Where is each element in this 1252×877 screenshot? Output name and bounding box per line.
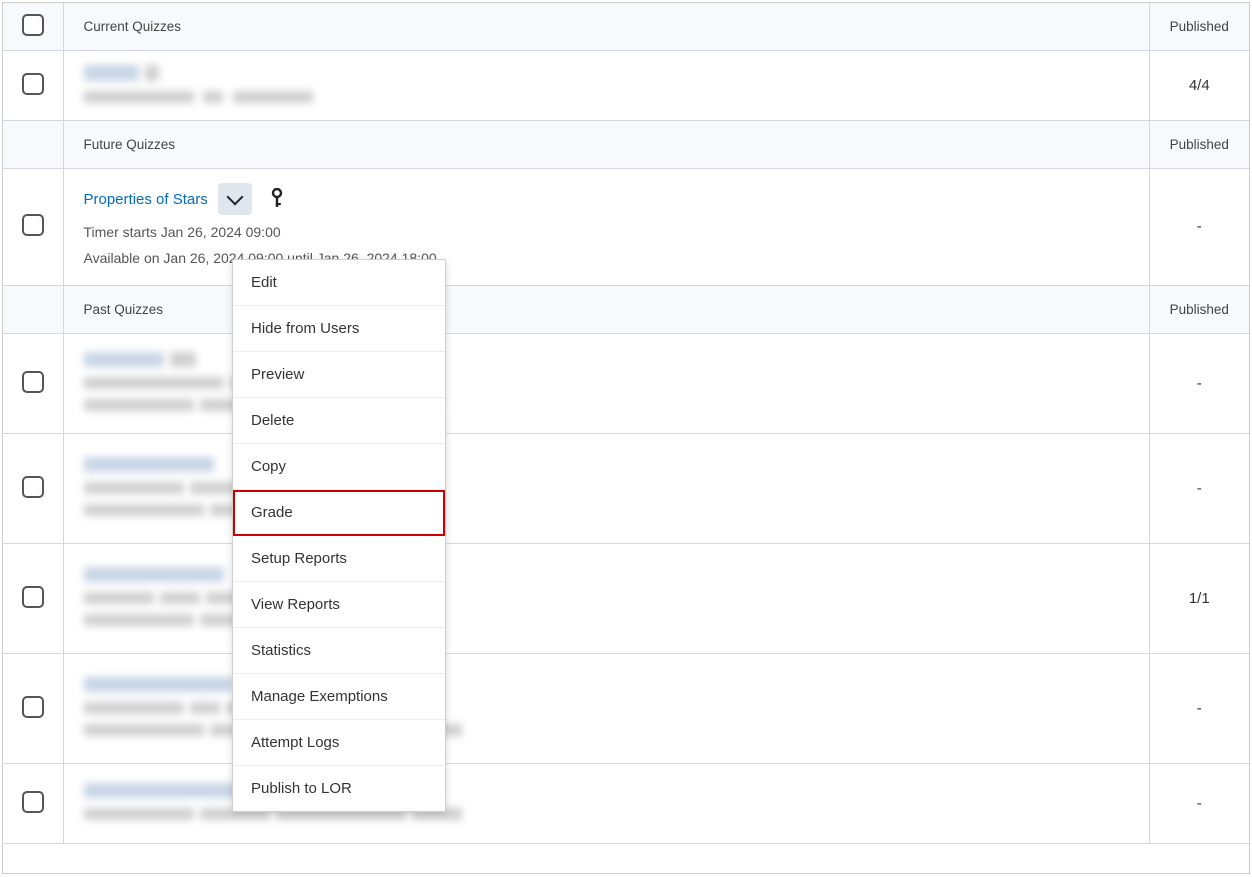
quiz-row: - — [3, 653, 1249, 763]
quiz-published-value: 1/1 — [1189, 590, 1210, 607]
quiz-timer-line: Timer starts Jan 26, 2024 09:00 — [84, 221, 1129, 245]
section-current-label: Current Quizzes — [63, 3, 1149, 51]
quiz-row: 1/1 — [3, 543, 1249, 653]
menu-item-view-reports[interactable]: View Reports — [233, 582, 445, 628]
menu-item-edit[interactable]: Edit — [233, 260, 445, 306]
quiz-checkbox[interactable] — [22, 696, 44, 718]
select-all-current-checkbox[interactable] — [22, 14, 44, 36]
menu-item-grade[interactable]: Grade — [233, 490, 445, 536]
quiz-published-value: - — [1197, 795, 1202, 812]
quiz-list-container: Current Quizzes Published 4/4 Future Qui… — [2, 2, 1250, 874]
quiz-row: - — [3, 433, 1249, 543]
quiz-checkbox[interactable] — [22, 214, 44, 236]
quiz-published-value: 4/4 — [1189, 77, 1210, 94]
quiz-row-properties-of-stars: Properties of Stars Timer starts Jan 26,… — [3, 169, 1249, 286]
quiz-row: 4/4 — [3, 51, 1249, 121]
quiz-row: - — [3, 763, 1249, 843]
quiz-table: Current Quizzes Published 4/4 Future Qui… — [3, 3, 1249, 844]
menu-item-attempt-logs[interactable]: Attempt Logs — [233, 720, 445, 766]
quiz-actions-dropdown[interactable] — [218, 183, 252, 215]
quiz-checkbox[interactable] — [22, 73, 44, 95]
section-past-label: Past Quizzes — [63, 285, 1149, 333]
section-past-published-header: Published — [1149, 285, 1249, 333]
section-current-published-header: Published — [1149, 3, 1249, 51]
quiz-actions-menu: EditHide from UsersPreviewDeleteCopyGrad… — [232, 259, 446, 812]
menu-item-manage-exemptions[interactable]: Manage Exemptions — [233, 674, 445, 720]
section-past-header: Past Quizzes Published — [3, 285, 1249, 333]
quiz-checkbox[interactable] — [22, 586, 44, 608]
quiz-checkbox[interactable] — [22, 791, 44, 813]
section-future-published-header: Published — [1149, 121, 1249, 169]
quiz-published-value: - — [1197, 480, 1202, 497]
quiz-row: - — [3, 333, 1249, 433]
quiz-published-value: - — [1197, 375, 1202, 392]
menu-item-setup-reports[interactable]: Setup Reports — [233, 536, 445, 582]
quiz-checkbox[interactable] — [22, 371, 44, 393]
quiz-checkbox[interactable] — [22, 476, 44, 498]
section-future-label: Future Quizzes — [63, 121, 1149, 169]
menu-item-hide-from-users[interactable]: Hide from Users — [233, 306, 445, 352]
menu-item-delete[interactable]: Delete — [233, 398, 445, 444]
section-current-header: Current Quizzes Published — [3, 3, 1249, 51]
key-icon — [270, 188, 284, 211]
quiz-link-properties-of-stars[interactable]: Properties of Stars — [84, 191, 208, 208]
quiz-published-value: - — [1197, 700, 1202, 717]
menu-item-publish-to-lor[interactable]: Publish to LOR — [233, 766, 445, 811]
menu-item-statistics[interactable]: Statistics — [233, 628, 445, 674]
menu-item-preview[interactable]: Preview — [233, 352, 445, 398]
section-future-header: Future Quizzes Published — [3, 121, 1249, 169]
menu-item-copy[interactable]: Copy — [233, 444, 445, 490]
quiz-published-value: - — [1197, 218, 1202, 235]
chevron-down-icon — [226, 188, 243, 205]
